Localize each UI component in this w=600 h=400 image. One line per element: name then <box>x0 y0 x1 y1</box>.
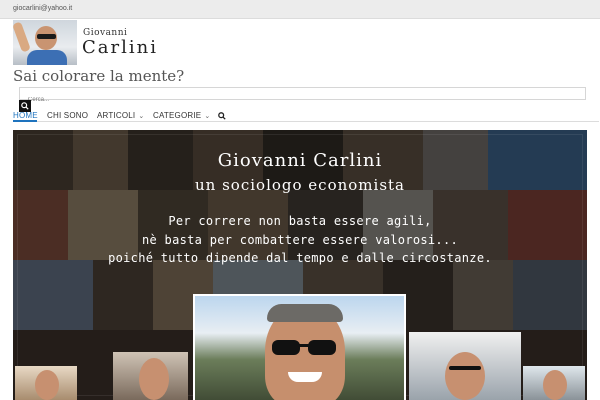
portrait-photo <box>113 352 188 400</box>
portrait-photo <box>15 366 77 400</box>
site-tagline: Sai colorare la mente? <box>13 67 185 85</box>
nav-item-label: CATEGORIE <box>153 111 202 120</box>
hero-quote-line-2: nè basta per combattere essere valorosi.… <box>141 233 459 247</box>
hero-banner[interactable]: Giovanni Carlini un sociologo economista… <box>13 130 587 400</box>
sunglasses-left <box>272 340 300 355</box>
hero-quote-line-3: poiché tutto dipende dal tempo e dalle c… <box>108 251 492 265</box>
logo-last-name[interactable]: Carlini <box>82 37 158 58</box>
nav-item-label: ARTICOLI <box>97 111 136 120</box>
logo-photo-glasses <box>37 34 56 39</box>
portrait-photo <box>523 366 585 400</box>
portrait-face <box>139 358 169 400</box>
chevron-down-icon: ⌄ <box>138 113 145 120</box>
logo-photo[interactable] <box>13 20 77 65</box>
hero-quote-line-1: Per correre non basta essere agili, <box>168 214 432 228</box>
portrait-smile <box>288 372 322 382</box>
featured-portrait-photo <box>193 294 406 400</box>
top-bar: giocarlini@yahoo.it <box>0 0 600 19</box>
search-icon <box>218 112 226 120</box>
portrait-face <box>35 370 59 400</box>
nav-divider <box>13 121 599 122</box>
portrait-face <box>543 370 567 400</box>
search-box <box>19 87 586 106</box>
hero-subtitle: un sociologo economista <box>195 176 405 194</box>
portrait-hair <box>267 304 343 322</box>
chevron-down-icon: ⌄ <box>204 113 211 120</box>
nav-item-home[interactable]: HOME <box>13 111 38 120</box>
nav-item-chi-sono[interactable]: CHI SONO <box>47 111 88 120</box>
hero-title: Giovanni Carlini <box>217 150 383 171</box>
logo-photo-arm <box>13 21 31 53</box>
logo-photo-shirt <box>27 50 67 65</box>
portrait-face <box>445 352 485 400</box>
portrait-photo <box>409 332 521 400</box>
nav-pointer-arrow <box>21 122 31 127</box>
nav-item-articoli[interactable]: ARTICOLI ⌄ <box>97 111 144 120</box>
contact-email[interactable]: giocarlini@yahoo.it <box>13 5 72 12</box>
nav-item-label: CHI SONO <box>47 111 89 120</box>
nav-item-label: HOME <box>13 111 38 120</box>
sunglasses <box>449 366 481 370</box>
nav-item-categorie[interactable]: CATEGORIE ⌄ <box>153 111 210 120</box>
sunglasses-right <box>308 340 336 355</box>
sunglasses-bridge <box>299 344 309 347</box>
search-input[interactable] <box>20 94 585 106</box>
